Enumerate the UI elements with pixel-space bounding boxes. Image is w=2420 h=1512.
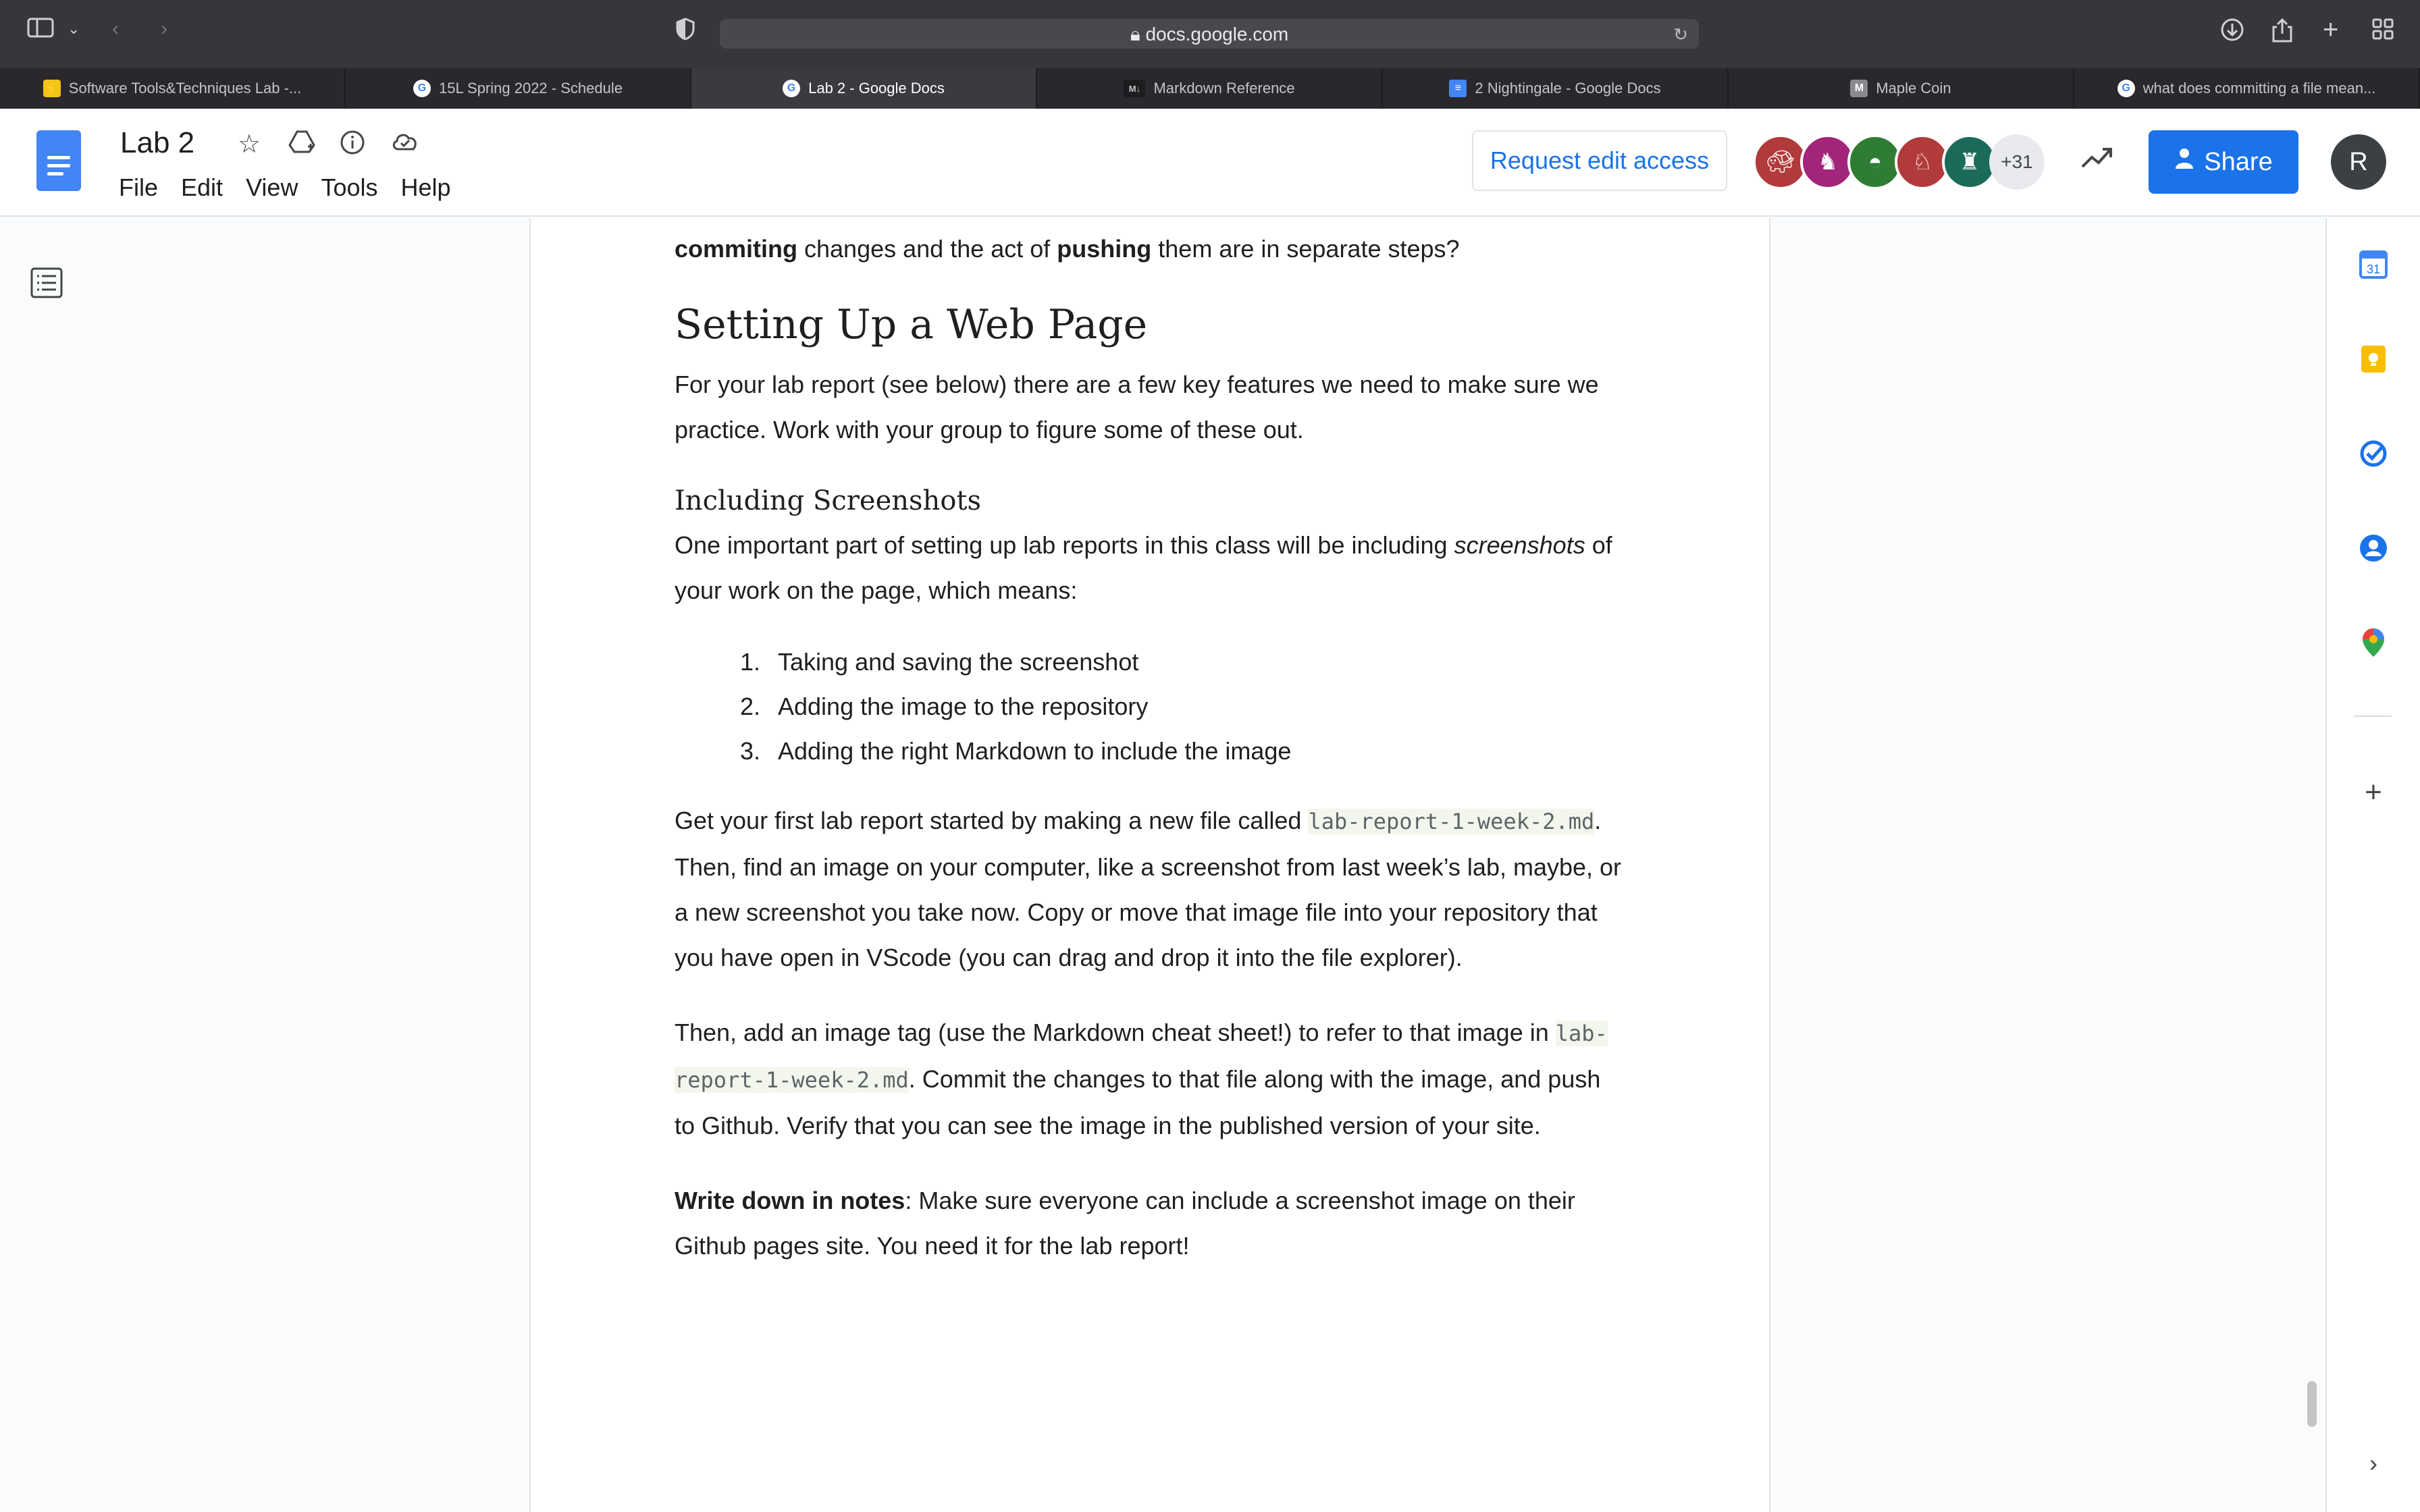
new-tab-icon[interactable]: +	[2323, 15, 2338, 45]
paragraph-text: them are in separate steps?	[1151, 235, 1460, 263]
side-panel: 31 + ›	[2325, 218, 2420, 1512]
google-favicon-icon: G	[2117, 80, 2135, 97]
paragraph-screenshots: One important part of setting up lab rep…	[675, 522, 1624, 613]
profile-avatar[interactable]: R	[2331, 134, 2386, 190]
italic-text: screenshots	[1454, 531, 1585, 559]
heading-setting-up-web-page: Setting Up a Web Page	[675, 301, 1148, 348]
paragraph-first-lab-report: Get your first lab report started by mak…	[675, 798, 1624, 980]
paragraph-text: Then, add an image tag (use the Markdown…	[675, 1019, 1556, 1046]
tab-bar: ⚡ Software Tools&Techniques Lab -... G 1…	[0, 68, 2420, 109]
m-favicon-icon: M	[1850, 80, 1868, 97]
heading-including-screenshots: Including Screenshots	[675, 485, 982, 516]
docs-header: Lab 2 ☆ File Edit View Tools Help Reques…	[0, 109, 2420, 217]
contacts-icon[interactable]	[2357, 531, 2390, 565]
share-label: Share	[2204, 147, 2273, 176]
bolt-favicon-icon: ⚡	[43, 80, 61, 97]
tab-label: 15L Spring 2022 - Schedule	[439, 80, 623, 97]
menu-view[interactable]: View	[246, 173, 298, 202]
download-icon[interactable]	[2220, 18, 2244, 47]
list-item: 2. Adding the image to the repository	[740, 684, 1624, 729]
url-text: docs.google.com	[1145, 24, 1289, 45]
doc-title[interactable]: Lab 2	[120, 126, 194, 160]
tab-nightingale-docs[interactable]: ≡ 2 Nightingale - Google Docs	[1383, 68, 1729, 109]
paragraph-text: changes and the act of	[797, 235, 1057, 263]
add-addon-icon[interactable]: +	[2357, 776, 2390, 809]
divider	[2354, 716, 2392, 717]
document-outline-icon[interactable]	[30, 267, 63, 302]
list-item-text: Adding the right Markdown to include the…	[778, 737, 1292, 765]
list-item-text: Adding the image to the repository	[778, 693, 1149, 720]
scrollbar-thumb[interactable]	[2307, 1381, 2317, 1427]
forward-icon[interactable]: ›	[161, 18, 167, 40]
tab-label: what does committing a file mean...	[2142, 80, 2376, 97]
share-button[interactable]: Share	[2149, 130, 2298, 194]
markdown-favicon-icon: M↓	[1124, 80, 1146, 97]
bold-text: pushing	[1057, 235, 1152, 263]
collapse-panel-icon[interactable]: ›	[2357, 1447, 2390, 1480]
paragraph-text: Get your first lab report started by mak…	[675, 807, 1309, 834]
menu-bar: File Edit View Tools Help	[119, 173, 451, 202]
paragraph-text: One important part of setting up lab rep…	[675, 531, 1454, 559]
back-icon[interactable]: ‹	[112, 18, 119, 40]
tab-label: Maple Coin	[1876, 80, 1951, 97]
share-person-icon	[2174, 147, 2194, 177]
menu-tools[interactable]: Tools	[321, 173, 377, 202]
privacy-shield-icon[interactable]	[675, 18, 695, 46]
list-number: 3.	[740, 737, 761, 765]
google-favicon-icon: G	[413, 80, 431, 97]
paragraph-write-down-notes: Write down in notes: Make sure everyone …	[675, 1178, 1624, 1268]
tab-label: Markdown Reference	[1153, 80, 1295, 97]
sidebar-toggle-icon[interactable]	[27, 18, 54, 43]
info-icon[interactable]	[339, 129, 366, 163]
bold-text: Write down in notes	[675, 1187, 905, 1214]
google-favicon-icon: G	[783, 80, 801, 97]
keep-icon[interactable]	[2357, 342, 2390, 376]
maps-icon[interactable]	[2357, 626, 2390, 659]
request-edit-access-button[interactable]: Request edit access	[1472, 130, 1727, 191]
list-number: 2.	[740, 693, 761, 720]
list-item-text: Taking and saving the screenshot	[778, 648, 1139, 676]
docs-logo-icon[interactable]	[36, 130, 81, 191]
share-page-icon[interactable]	[2271, 18, 2293, 49]
activity-trend-icon[interactable]	[2080, 144, 2115, 174]
tasks-icon[interactable]	[2357, 437, 2390, 470]
list-item: 1. Taking and saving the screenshot	[740, 640, 1624, 684]
more-collaborators-badge[interactable]: +31	[1989, 134, 2045, 190]
move-to-drive-icon[interactable]	[288, 129, 316, 163]
menu-help[interactable]: Help	[401, 173, 451, 202]
calendar-icon[interactable]: 31	[2357, 248, 2390, 281]
list-number: 1.	[740, 648, 761, 676]
tab-label: Software Tools&Techniques Lab -...	[68, 80, 302, 97]
address-bar[interactable]: 🔒︎ docs.google.com ↻	[720, 19, 1699, 49]
inline-code-filename: lab-report-1-week-2.md	[1308, 809, 1595, 834]
menu-file[interactable]: File	[119, 173, 158, 202]
cloud-saved-icon[interactable]	[390, 129, 420, 160]
svg-text:31: 31	[2367, 263, 2380, 276]
list-item: 3. Adding the right Markdown to include t…	[740, 729, 1624, 774]
intro-paragraph: commiting changes and the act of pushing…	[675, 226, 1624, 271]
tab-markdown-reference[interactable]: M↓ Markdown Reference	[1037, 68, 1383, 109]
numbered-list: 1. Taking and saving the screenshot 2. Add…	[740, 640, 1624, 774]
document-body[interactable]: commiting changes and the act of pushing…	[675, 218, 1624, 1268]
paragraph-lab-report-features: For your lab report (see below) there ar…	[675, 371, 1599, 443]
chevron-down-icon[interactable]: ⌄	[68, 20, 80, 38]
bold-text: commiting	[675, 235, 798, 263]
tab-maple-coin[interactable]: M Maple Coin	[1729, 68, 2074, 109]
star-icon[interactable]: ☆	[238, 129, 261, 159]
tab-label: 2 Nightingale - Google Docs	[1475, 80, 1661, 97]
docs-favicon-icon: ≡	[1449, 80, 1467, 97]
tab-label: Lab 2 - Google Docs	[808, 80, 945, 97]
reload-icon[interactable]: ↻	[1673, 24, 1688, 45]
paragraph-image-tag: Then, add an image tag (use the Markdown…	[675, 1010, 1624, 1148]
browser-toolbar: ⌄ ‹ › 🔒︎ docs.google.com ↻ +	[0, 0, 2420, 68]
tab-software-tools[interactable]: ⚡ Software Tools&Techniques Lab -...	[0, 68, 346, 109]
tab-committing-search[interactable]: G what does committing a file mean...	[2074, 68, 2420, 109]
tab-lab2-docs[interactable]: G Lab 2 - Google Docs	[691, 68, 1037, 109]
menu-edit[interactable]: Edit	[181, 173, 223, 202]
tab-overview-icon[interactable]	[2371, 18, 2394, 46]
tab-schedule[interactable]: G 15L Spring 2022 - Schedule	[346, 68, 691, 109]
lock-icon: 🔒︎	[1130, 24, 1146, 45]
